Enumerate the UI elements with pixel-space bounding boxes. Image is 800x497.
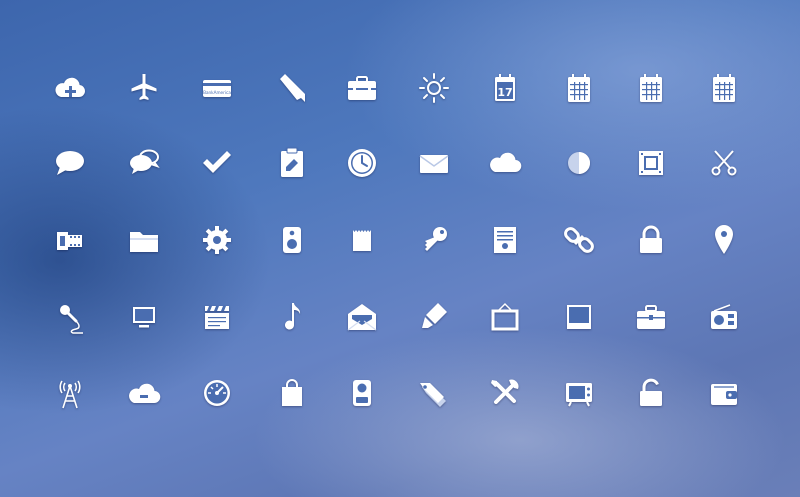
- calendar-grid-2-icon[interactable]: [633, 70, 669, 106]
- cloud-remove-icon[interactable]: [126, 375, 162, 411]
- clipboard-icon[interactable]: [274, 145, 310, 181]
- radio-icon[interactable]: [706, 299, 742, 335]
- calendar-17-icon[interactable]: 17: [487, 70, 523, 106]
- speaker-2-icon[interactable]: [344, 375, 380, 411]
- highlighter-icon[interactable]: [416, 299, 452, 335]
- chip-icon[interactable]: [633, 145, 669, 181]
- speedometer-icon[interactable]: [199, 375, 235, 411]
- icon-grid: BankAmerica 17: [0, 0, 800, 497]
- price-tags-icon[interactable]: [416, 375, 452, 411]
- unlock-icon[interactable]: [633, 375, 669, 411]
- film-roll-icon[interactable]: [52, 222, 88, 258]
- chat-bubble-icon[interactable]: [52, 145, 88, 181]
- bookmark-ribbon-icon[interactable]: [274, 70, 310, 106]
- checkmark-icon[interactable]: [199, 145, 235, 181]
- link-icon[interactable]: [561, 222, 597, 258]
- tools-icon[interactable]: [487, 375, 523, 411]
- calendar-grid-3-icon[interactable]: [706, 70, 742, 106]
- envelope-icon[interactable]: [416, 145, 452, 181]
- photo-icon[interactable]: [561, 299, 597, 335]
- calendar-grid-icon[interactable]: [561, 70, 597, 106]
- monitor-icon[interactable]: [126, 299, 162, 335]
- notepad-icon[interactable]: [344, 222, 380, 258]
- scissors-icon[interactable]: [706, 145, 742, 181]
- clock-icon[interactable]: [344, 145, 380, 181]
- lock-icon[interactable]: [633, 222, 669, 258]
- airplane-icon[interactable]: [126, 70, 162, 106]
- gear-icon[interactable]: [199, 222, 235, 258]
- clapperboard-icon[interactable]: [199, 299, 235, 335]
- tv-icon[interactable]: [561, 375, 597, 411]
- microphone-icon[interactable]: [52, 299, 88, 335]
- open-envelope-icon[interactable]: [344, 299, 380, 335]
- speaker-icon[interactable]: [274, 222, 310, 258]
- svg-text:BankAmerica: BankAmerica: [203, 90, 231, 95]
- picture-frame-icon[interactable]: [487, 299, 523, 335]
- wallet-icon[interactable]: [706, 375, 742, 411]
- chat-bubbles-icon[interactable]: [126, 145, 162, 181]
- music-note-icon[interactable]: [274, 299, 310, 335]
- antenna-tower-icon[interactable]: [52, 375, 88, 411]
- svg-text:17: 17: [497, 86, 512, 99]
- briefcase-icon[interactable]: [344, 70, 380, 106]
- shopping-bag-icon[interactable]: [274, 375, 310, 411]
- certificate-icon[interactable]: [487, 222, 523, 258]
- toolbox-icon[interactable]: [633, 299, 669, 335]
- key-icon[interactable]: [416, 222, 452, 258]
- folder-icon[interactable]: [126, 222, 162, 258]
- cloud-add-icon[interactable]: [52, 70, 88, 106]
- sun-icon[interactable]: [416, 70, 452, 106]
- cloud-icon[interactable]: [487, 145, 523, 181]
- credit-card-icon[interactable]: BankAmerica: [199, 70, 235, 106]
- contrast-icon[interactable]: [561, 145, 597, 181]
- map-pin-icon[interactable]: [706, 222, 742, 258]
